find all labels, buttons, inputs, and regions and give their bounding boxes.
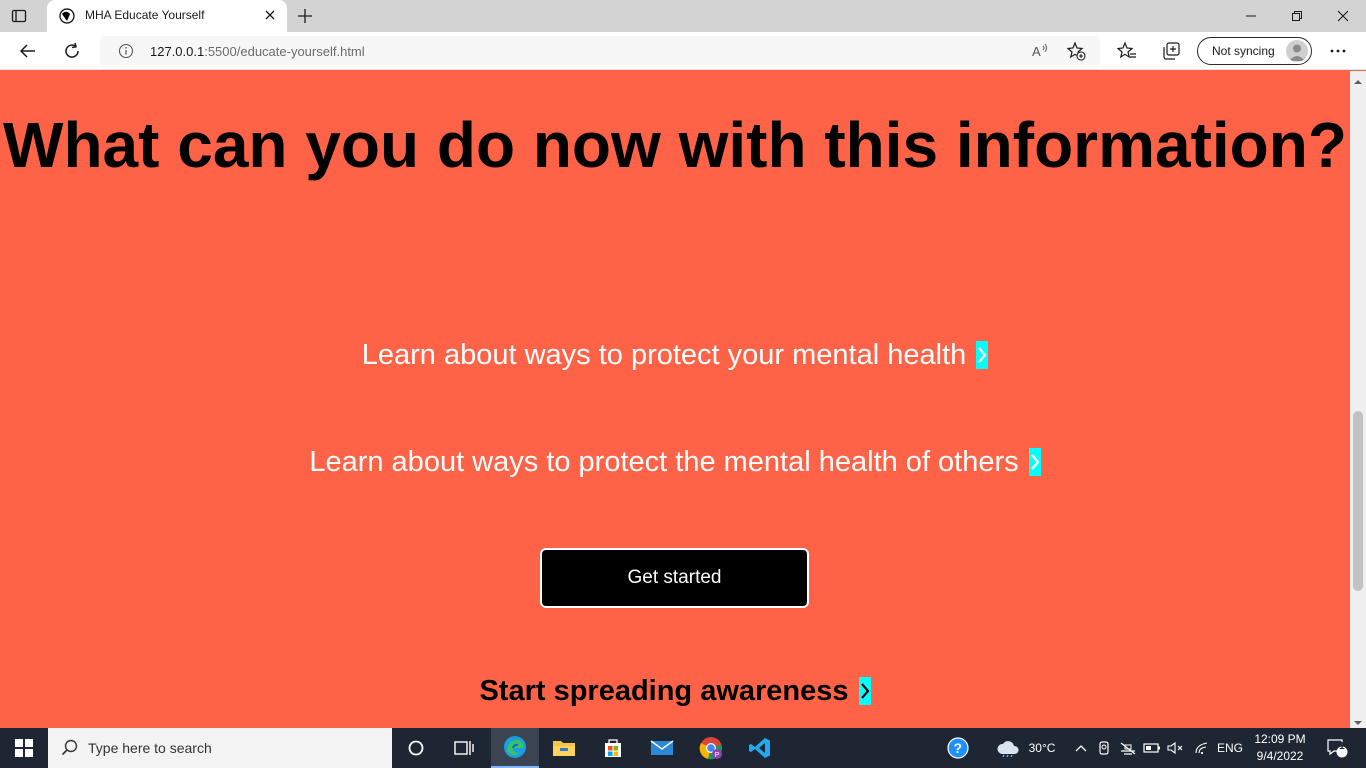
notifications-icon[interactable]: 1 [1318,728,1354,768]
minimize-icon[interactable] [1228,0,1274,32]
notification-count: 1 [1339,741,1345,752]
file-explorer-icon[interactable] [540,728,588,768]
system-clock[interactable]: 12:09 PM 9/4/2022 [1248,731,1312,765]
volume-muted-icon[interactable] [1166,728,1186,768]
page-content: What can you do now with this informatio… [0,71,1350,728]
weather-cloud-icon[interactable] [994,728,1022,768]
tab-bar: MHA Educate Yourself [0,0,1366,32]
search-placeholder: Type here to search [88,740,212,756]
chevron-right-icon [858,677,871,705]
sync-status-label: Not syncing [1212,44,1275,58]
link-label: Learn about ways to protect the mental h… [309,446,1019,478]
scroll-up-icon[interactable] [1353,74,1363,84]
chevron-right-icon [1028,448,1041,476]
link-label: Start spreading awareness [479,675,849,707]
svg-text:A: A [1032,44,1041,59]
svg-text:?: ? [954,740,963,756]
browser-tab[interactable]: MHA Educate Yourself [47,0,287,32]
chrome-icon[interactable]: P [687,728,735,768]
address-bar[interactable]: 127.0.0.1:5500/educate-yourself.html A [100,36,1100,66]
vertical-scrollbar[interactable] [1350,71,1366,728]
svg-text:P: P [715,752,720,759]
vscode-icon[interactable] [736,728,784,768]
temperature-text[interactable]: 30°C [1024,728,1060,768]
protect-your-mental-health-link[interactable]: Learn about ways to protect your mental … [0,339,1350,372]
refresh-icon[interactable] [62,41,82,61]
collections-icon[interactable] [1161,41,1181,61]
tab-title: MHA Educate Yourself [85,8,205,22]
search-icon [61,739,79,757]
more-options-icon[interactable] [1328,41,1348,61]
add-favorite-icon[interactable] [1066,41,1086,61]
site-favicon-icon [59,8,75,24]
clock-time: 12:09 PM [1254,732,1306,746]
restore-icon[interactable] [1274,0,1320,32]
start-spreading-awareness-link[interactable]: Start spreading awareness [0,675,1350,708]
help-icon[interactable]: ? [944,728,972,768]
page-heading: What can you do now with this informatio… [3,109,1347,181]
edge-icon[interactable] [491,728,539,768]
tab-close-icon[interactable] [263,8,277,22]
cortana-icon[interactable] [392,728,440,768]
windows-start-icon[interactable] [0,728,48,768]
meet-now-icon[interactable] [1096,728,1114,768]
task-view-icon[interactable] [440,728,488,768]
wifi-icon[interactable] [1192,728,1212,768]
browser-toolbar: 127.0.0.1:5500/educate-yourself.html A N… [0,32,1366,70]
profile-avatar-icon [1286,40,1308,62]
url-path: :5500/educate-yourself.html [204,44,365,59]
profile-sync-button[interactable]: Not syncing [1197,37,1312,65]
get-started-button[interactable]: Get started [540,548,809,608]
new-tab-icon[interactable] [296,7,314,25]
url-host: 127.0.0.1 [150,44,205,59]
link-label: Learn about ways to protect your mental … [361,339,967,371]
network-offline-icon[interactable] [1118,728,1138,768]
scrollbar-thumb[interactable] [1353,411,1363,591]
site-info-icon[interactable] [118,43,134,59]
windows-taskbar: Type here to search P ? 30°C ENG 12:09 P… [0,728,1366,768]
store-icon[interactable] [589,728,637,768]
language-indicator[interactable]: ENG [1214,728,1246,768]
chevron-right-icon [976,341,989,369]
clock-date: 9/4/2022 [1256,749,1304,763]
url-text: 127.0.0.1:5500/educate-yourself.html [150,44,365,59]
tab-actions-icon[interactable] [10,7,28,25]
read-aloud-icon[interactable]: A [1030,41,1050,61]
taskbar-search-box[interactable]: Type here to search [48,728,392,768]
back-icon[interactable] [18,41,38,61]
battery-icon[interactable] [1142,728,1162,768]
favorites-icon[interactable] [1117,41,1137,61]
chevron-up-icon[interactable] [1072,728,1090,768]
close-window-icon[interactable] [1320,0,1366,32]
mail-icon[interactable] [638,728,686,768]
protect-others-mental-health-link[interactable]: Learn about ways to protect the mental h… [0,446,1350,479]
scroll-down-icon[interactable] [1353,715,1363,725]
